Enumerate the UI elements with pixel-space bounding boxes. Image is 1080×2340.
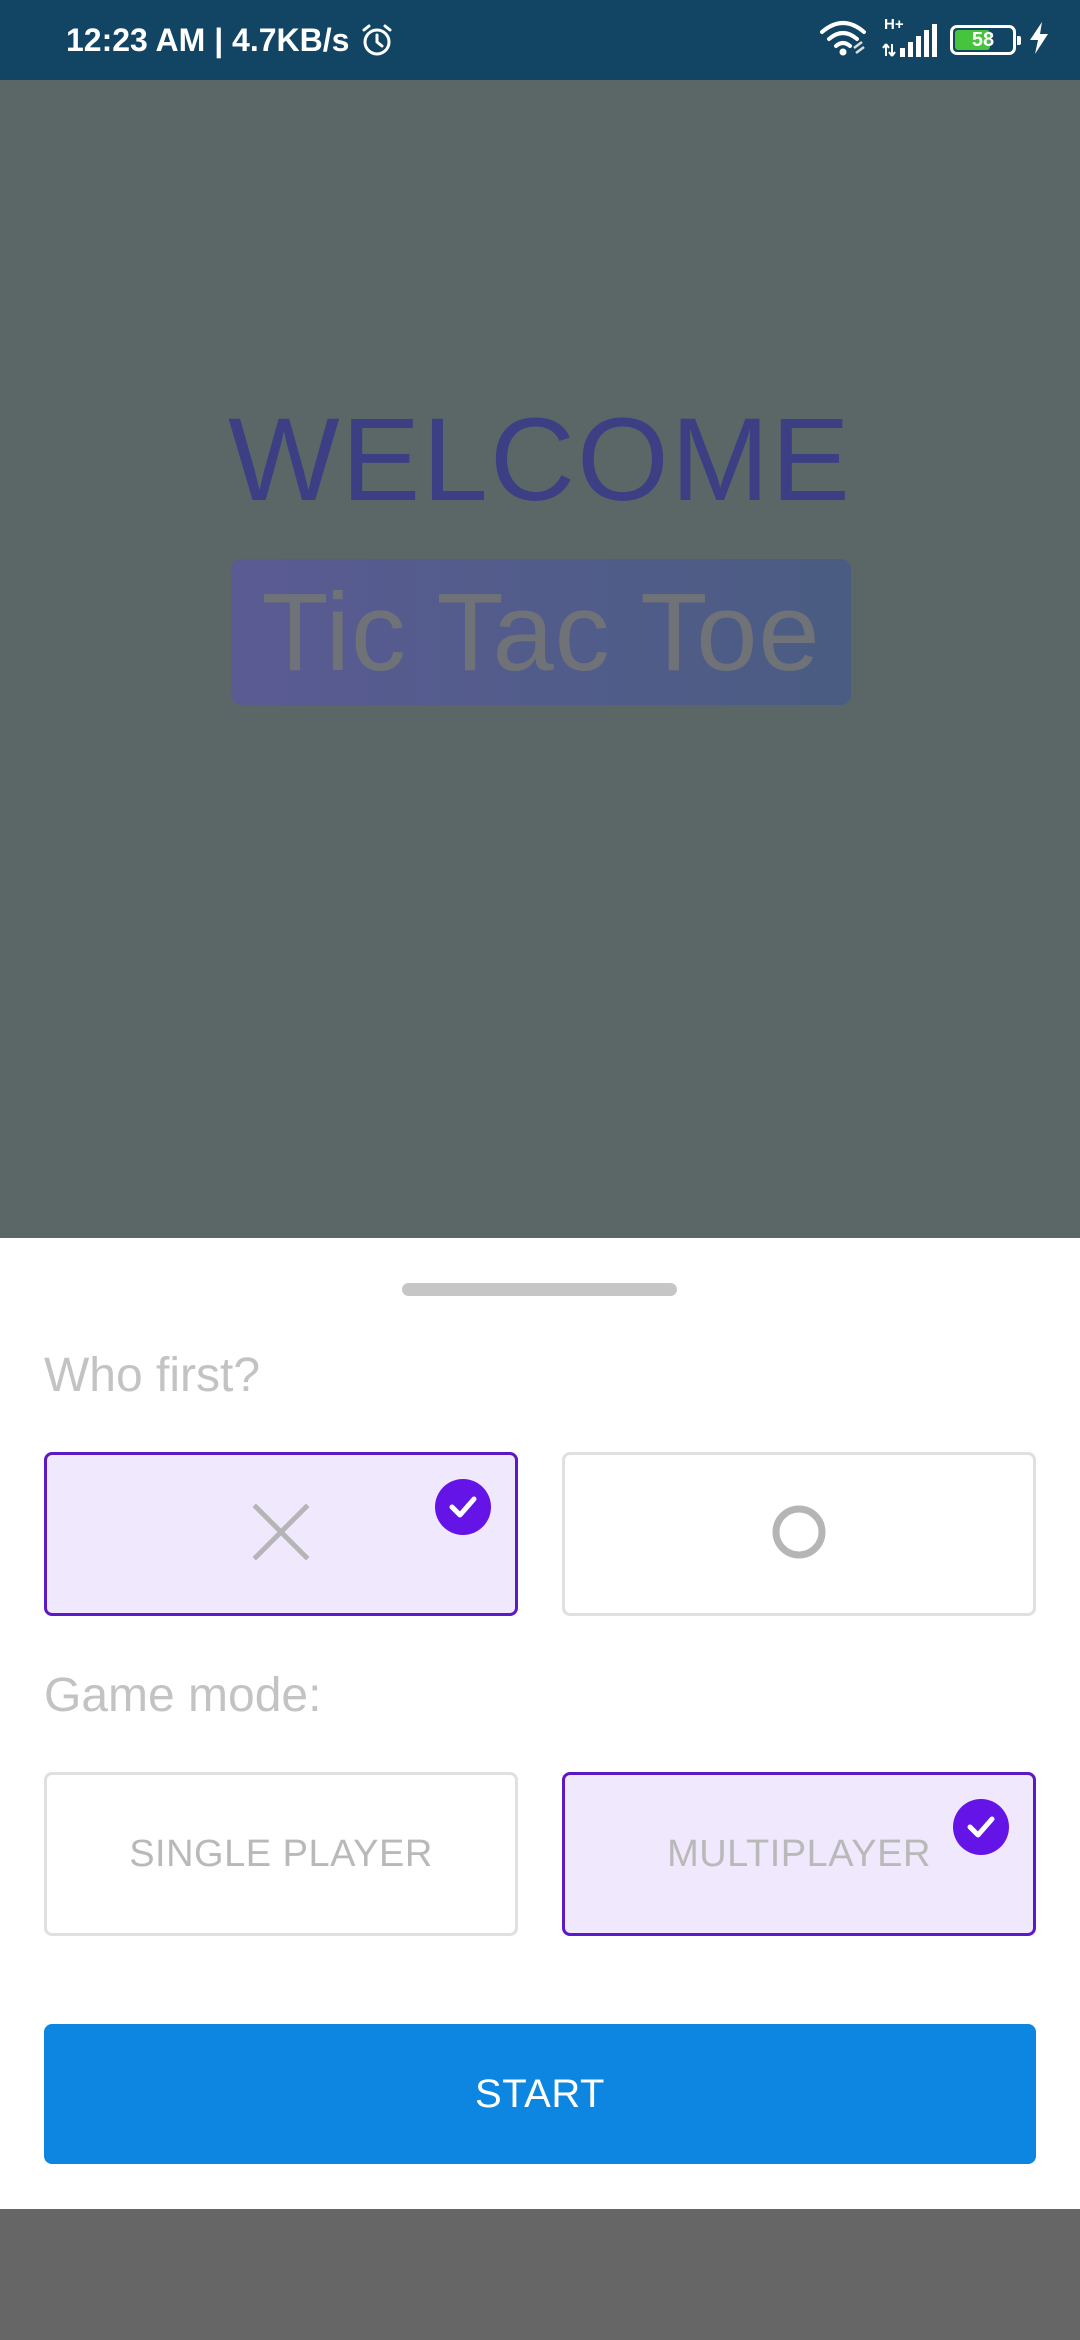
- battery-level: 58: [971, 28, 995, 51]
- mode-option-single-player[interactable]: SINGLE PLAYER: [44, 1772, 518, 1936]
- mode-option-multiplayer[interactable]: MULTIPLAYER: [562, 1772, 1036, 1936]
- network-type-label: H+: [884, 16, 904, 33]
- start-button-label: START: [475, 2071, 605, 2116]
- wifi-icon: [818, 18, 868, 63]
- check-icon: [435, 1479, 491, 1535]
- status-right: H+ 58: [818, 0, 1050, 80]
- mode-option-label: MULTIPLAYER: [667, 1832, 931, 1875]
- who-first-label: Who first?: [44, 1349, 261, 1402]
- signal-icon: H+: [880, 16, 938, 60]
- sheet-drag-handle[interactable]: [402, 1283, 677, 1296]
- game-setup-sheet: Who first? Game mode: SINGLE PLAYER MULT…: [0, 1238, 1080, 2209]
- app-title: Tic Tac Toe: [261, 570, 821, 694]
- game-mode-label: Game mode:: [44, 1669, 322, 1722]
- battery-icon: 58: [950, 25, 1021, 55]
- alarm-icon: [359, 22, 395, 58]
- status-time-speed: 12:23 AM | 4.7KB/s: [66, 21, 350, 58]
- check-icon: [953, 1799, 1009, 1855]
- start-button[interactable]: START: [44, 2024, 1036, 2164]
- system-navigation-bar: [0, 2209, 1080, 2340]
- first-option-o[interactable]: [562, 1452, 1036, 1616]
- charging-icon: [1028, 21, 1050, 60]
- first-option-x[interactable]: [44, 1452, 518, 1616]
- status-left: 12:23 AM | 4.7KB/s: [66, 22, 395, 59]
- app-title-banner: Tic Tac Toe: [231, 559, 851, 705]
- o-icon: [769, 1502, 829, 1567]
- welcome-heading: WELCOME: [228, 394, 852, 526]
- status-bar: 12:23 AM | 4.7KB/s H+ 58: [0, 0, 1080, 80]
- mode-option-label: SINGLE PLAYER: [129, 1832, 433, 1875]
- x-icon: [251, 1502, 311, 1567]
